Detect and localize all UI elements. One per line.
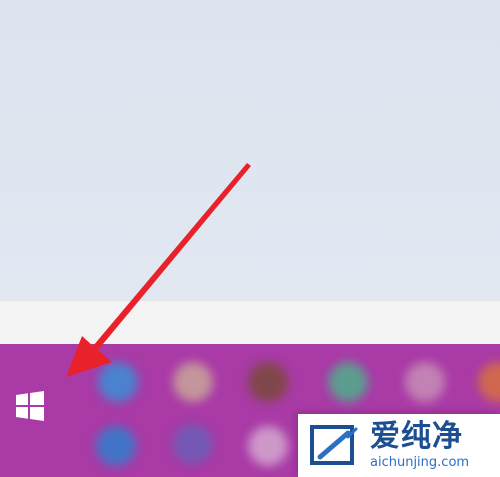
aichunjing-logo-icon bbox=[310, 424, 358, 465]
taskbar-app-icon[interactable] bbox=[173, 424, 213, 464]
start-button[interactable] bbox=[8, 384, 52, 428]
taskbar-app-icon[interactable] bbox=[96, 426, 136, 466]
taskbar-app-icon[interactable] bbox=[248, 426, 288, 466]
windows-logo-icon bbox=[16, 391, 44, 421]
desktop-background bbox=[0, 0, 500, 300]
taskbar-app-icon[interactable] bbox=[328, 362, 368, 402]
taskbar-app-icon[interactable] bbox=[173, 362, 213, 402]
watermark-badge: 爱纯净 aichunjing.com bbox=[298, 414, 500, 477]
window-bottom-strip bbox=[0, 300, 500, 345]
taskbar-app-icon[interactable] bbox=[98, 362, 138, 402]
taskbar-app-icon[interactable] bbox=[478, 362, 500, 402]
taskbar-app-icon[interactable] bbox=[248, 362, 288, 402]
watermark-url: aichunjing.com bbox=[370, 454, 470, 470]
taskbar-app-icon[interactable] bbox=[405, 362, 445, 402]
watermark-title: 爱纯净 bbox=[370, 418, 463, 454]
